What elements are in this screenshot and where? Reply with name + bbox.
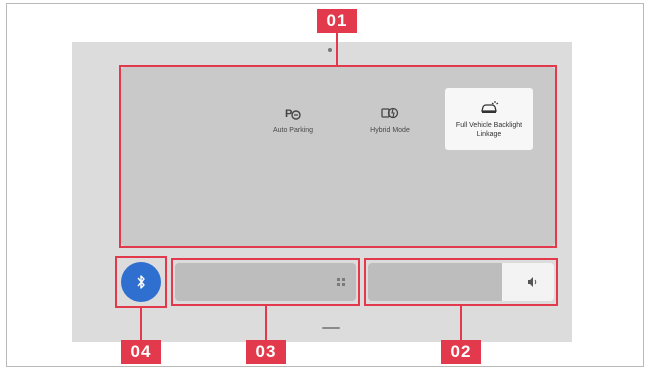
tile-label: Auto Parking — [272, 126, 314, 134]
leader-line-03 — [265, 305, 267, 340]
hybrid-mode-icon — [381, 104, 399, 122]
bluetooth-button[interactable] — [121, 262, 161, 302]
callout-label-04: 04 — [121, 340, 161, 364]
tile-label: Hybrid Mode — [370, 126, 410, 134]
tile-full-vehicle-backlight[interactable]: Full Vehicle Backlight Linkage — [445, 88, 533, 150]
tile-auto-parking[interactable]: P Auto Parking — [248, 88, 338, 150]
tile-hidden-option[interactable] — [150, 88, 240, 150]
svg-text:P: P — [285, 108, 292, 120]
brightness-slider[interactable] — [175, 263, 356, 301]
volume-icon — [526, 275, 540, 289]
vehicle-backlight-icon — [479, 99, 499, 117]
callout-label-03: 03 — [246, 340, 286, 364]
volume-slider[interactable] — [368, 263, 554, 301]
grid-icon — [334, 275, 348, 289]
callout-label-01: 01 — [317, 9, 357, 33]
leader-line-02 — [460, 305, 462, 340]
bluetooth-icon — [137, 275, 145, 289]
leader-line-04 — [140, 307, 142, 340]
leader-line-01 — [336, 33, 338, 66]
auto-parking-icon: P — [284, 104, 302, 122]
tile-label: Full Vehicle Backlight Linkage — [455, 122, 523, 138]
callout-label-02: 02 — [441, 340, 481, 364]
top-pull-handle[interactable] — [328, 48, 332, 52]
tile-hybrid-mode[interactable]: Hybrid Mode — [345, 88, 435, 150]
bottom-pull-handle[interactable] — [322, 327, 340, 329]
